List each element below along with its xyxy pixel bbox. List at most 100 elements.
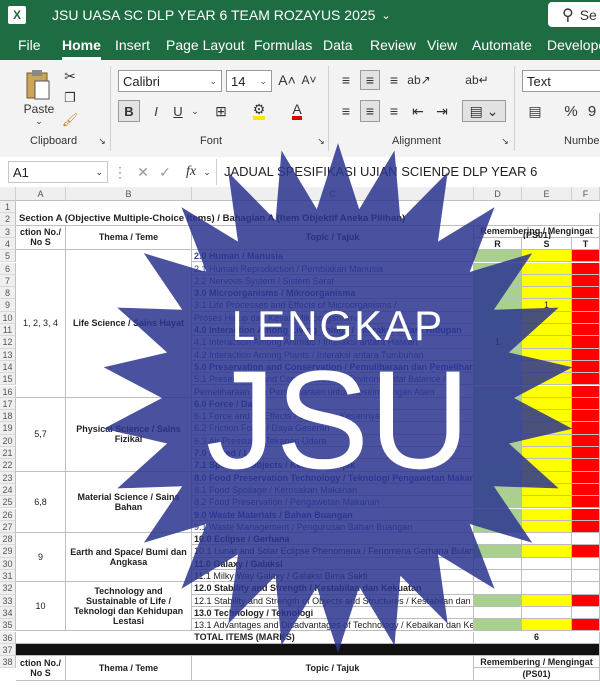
- level-cell[interactable]: [474, 557, 522, 570]
- level-cell[interactable]: [572, 274, 600, 288]
- fill-color-icon[interactable]: ⚙: [246, 100, 272, 122]
- level-cell[interactable]: [572, 533, 600, 546]
- level-cell[interactable]: [572, 582, 600, 595]
- paste-icon[interactable]: [22, 68, 54, 102]
- level-cell[interactable]: [522, 348, 572, 361]
- level-cell[interactable]: [522, 459, 572, 472]
- row-header[interactable]: 26: [0, 508, 16, 521]
- increase-indent-icon[interactable]: ⇥: [432, 100, 452, 122]
- row-header[interactable]: 17: [0, 397, 16, 411]
- topic-cell[interactable]: 8.2 Food Preservation / Pengawetan Makan…: [192, 496, 474, 509]
- row-header[interactable]: 30: [0, 557, 16, 570]
- topic-cell[interactable]: 6.1 Force and Its Effects / Daya dan Kes…: [192, 410, 474, 423]
- column-header-f[interactable]: F: [572, 187, 600, 201]
- row-header[interactable]: 38: [0, 656, 16, 669]
- level-cell[interactable]: [572, 299, 600, 312]
- tab-view[interactable]: View: [427, 37, 457, 53]
- topic-cell[interactable]: 13.0 Technology / Teknologi: [192, 606, 474, 620]
- level-cell[interactable]: [572, 594, 600, 607]
- theme-cell[interactable]: Physical Science / Sains Fizikal: [66, 397, 192, 472]
- section-title[interactable]: Section A (Objective Multiple-Choice Ite…: [16, 213, 600, 226]
- header-topic[interactable]: Topic / Tajuk: [192, 225, 474, 251]
- tab-home[interactable]: Home: [62, 37, 101, 60]
- chevron-down-icon[interactable]: ⌄: [381, 9, 390, 22]
- header-theme[interactable]: Thema / Teme: [66, 225, 192, 251]
- topic-cell[interactable]: 11.0 Galaxy / Galaksi: [192, 557, 474, 570]
- align-left-icon[interactable]: ≡: [336, 100, 356, 122]
- level-cell[interactable]: [522, 336, 572, 349]
- topic-cell[interactable]: 5.1 Preservation and Conservation for En…: [192, 373, 474, 386]
- level-cell[interactable]: [474, 606, 522, 620]
- level-cell[interactable]: [474, 594, 522, 607]
- align-top-icon[interactable]: ≡: [336, 70, 356, 90]
- level-cell[interactable]: [572, 619, 600, 632]
- topic-cell[interactable]: 4.0 Interaction Among Living Things / In…: [192, 324, 474, 337]
- level-cell[interactable]: [474, 397, 522, 411]
- orientation-icon[interactable]: ab↗: [407, 70, 430, 90]
- level-cell[interactable]: [522, 274, 572, 288]
- header-level-code-repeat[interactable]: (PS01): [474, 668, 600, 681]
- level-cell[interactable]: [572, 570, 600, 583]
- more-options-icon[interactable]: ⋮: [113, 163, 127, 181]
- question-number-cell[interactable]: 1, 2, 3, 4: [16, 250, 66, 398]
- row-header[interactable]: 11: [0, 324, 16, 337]
- row-header[interactable]: 25: [0, 496, 16, 509]
- topic-cell[interactable]: 12.1 Stability and Strength of Objects a…: [192, 594, 474, 607]
- topic-cell[interactable]: 3.1 Life Processes and Effects of Microo…: [192, 299, 474, 312]
- row-header[interactable]: 23: [0, 471, 16, 484]
- underline-chevron-icon[interactable]: ⌄: [190, 100, 200, 122]
- header-question-no[interactable]: ction No./ No S: [16, 225, 66, 251]
- column-header-c[interactable]: C: [192, 187, 474, 201]
- level-cell[interactable]: [572, 397, 600, 411]
- topic-cell[interactable]: 12.0 Stability and Strength / Kestabilan…: [192, 582, 474, 595]
- level-cell[interactable]: [522, 447, 572, 460]
- wrap-text-icon[interactable]: ab↵: [465, 70, 488, 90]
- level-cell[interactable]: [572, 459, 600, 472]
- level-cell[interactable]: [474, 619, 522, 632]
- comma-style-button[interactable]: 9: [584, 100, 600, 122]
- accounting-format-icon[interactable]: ▤: [524, 100, 546, 122]
- topic-cell[interactable]: 6.0 Force / Daya: [192, 397, 474, 411]
- shrink-font-button[interactable]: A˅: [300, 70, 318, 90]
- level-cell[interactable]: [474, 496, 522, 509]
- level-cell[interactable]: [522, 557, 572, 570]
- paste-chevron-icon[interactable]: ⌄: [34, 116, 44, 126]
- formula-input[interactable]: JADUAL SPESIFIKASI UJIAN SCIENDE DLP YEA…: [224, 164, 537, 179]
- header-sub-s[interactable]: S: [522, 237, 572, 251]
- level-cell[interactable]: [474, 324, 522, 337]
- row-header[interactable]: 24: [0, 483, 16, 497]
- tab-developer[interactable]: Develope: [547, 37, 600, 53]
- align-center-icon[interactable]: ≡: [360, 100, 380, 122]
- level-cell[interactable]: [522, 410, 572, 423]
- level-cell[interactable]: [474, 533, 522, 546]
- topic-cell[interactable]: Pemeliharaan dan Pemuliharaan untuk Kese…: [192, 385, 474, 398]
- topic-cell[interactable]: 2.2 Nervous System / Sistem Saraf: [192, 274, 474, 288]
- question-number-cell[interactable]: 10: [16, 582, 66, 632]
- paste-button-label[interactable]: Paste: [22, 102, 56, 116]
- header-sub-t[interactable]: T: [572, 237, 600, 251]
- header-level-repeat[interactable]: Remembering / Mengingat: [474, 656, 600, 669]
- level-cell[interactable]: [522, 533, 572, 546]
- level-cell[interactable]: [572, 348, 600, 361]
- row-header[interactable]: 27: [0, 520, 16, 534]
- level-cell[interactable]: [522, 545, 572, 558]
- row-header[interactable]: 18: [0, 410, 16, 423]
- row-header[interactable]: 36: [0, 631, 16, 644]
- topic-cell[interactable]: 6.2 Friction Force / Daya Geseran: [192, 422, 474, 435]
- level-cell[interactable]: [522, 422, 572, 435]
- topic-cell[interactable]: 10.0 Eclipse / Gerhana: [192, 533, 474, 546]
- level-cell[interactable]: [572, 422, 600, 435]
- enter-icon[interactable]: ✓: [156, 163, 174, 181]
- row-header[interactable]: 6: [0, 262, 16, 275]
- level-cell[interactable]: [522, 262, 572, 275]
- level-cell[interactable]: [572, 520, 600, 534]
- tab-file[interactable]: File: [18, 37, 41, 53]
- level-cell[interactable]: [474, 422, 522, 435]
- row-header[interactable]: 19: [0, 422, 16, 435]
- level-cell[interactable]: [474, 434, 522, 447]
- level-cell[interactable]: [572, 360, 600, 374]
- font-name-select[interactable]: Calibri ⌄: [118, 70, 222, 92]
- document-title[interactable]: JSU UASA SC DLP YEAR 6 TEAM ROZAYUS 2025: [52, 7, 375, 23]
- number-format-select[interactable]: Text: [522, 70, 600, 92]
- tab-review[interactable]: Review: [370, 37, 416, 53]
